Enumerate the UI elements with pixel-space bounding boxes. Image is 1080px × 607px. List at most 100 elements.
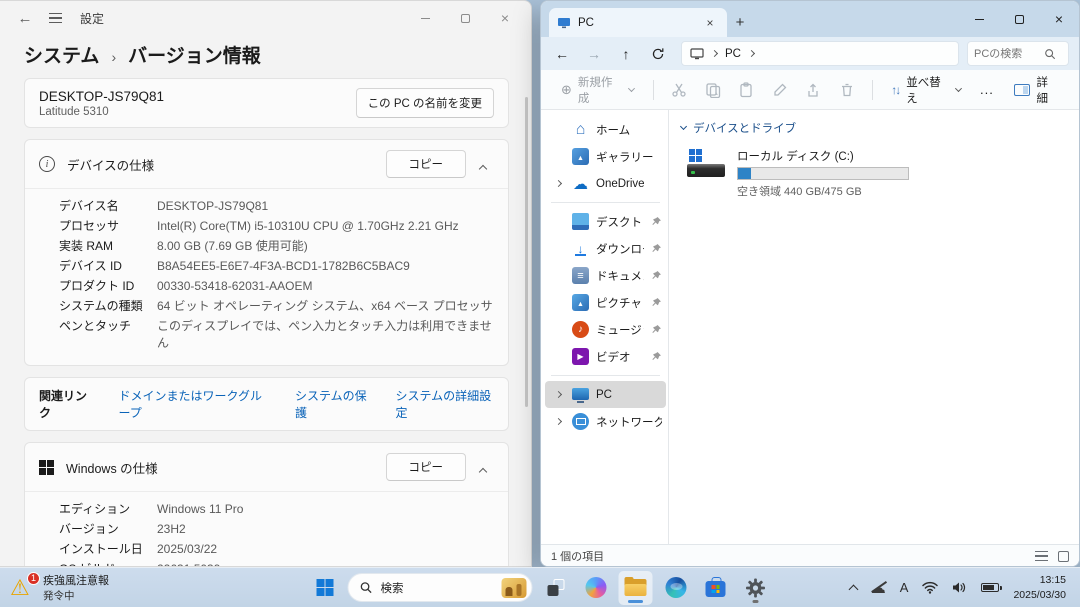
- sidebar-item-label: ネットワーク: [596, 414, 662, 430]
- nav-refresh-button[interactable]: [643, 41, 673, 67]
- expander-chevron-icon[interactable]: [554, 391, 561, 398]
- expander-chevron-icon[interactable]: [554, 180, 561, 187]
- copy-windows-spec-button[interactable]: コピー: [386, 453, 467, 481]
- spec-value: 8.00 GB (7.69 GB 使用可能): [157, 237, 308, 254]
- close-button[interactable]: ×: [485, 1, 525, 35]
- pc-tab-icon: [557, 17, 571, 29]
- home-icon: [572, 121, 589, 138]
- sidebar-item[interactable]: ギャラリー: [545, 143, 666, 170]
- breadcrumb-system[interactable]: システム: [24, 41, 99, 68]
- sidebar-item[interactable]: デスクトップ: [545, 208, 666, 235]
- taskbar: ⚠ 1 疾強風注意報 発令中 検索: [0, 567, 1080, 607]
- edge-button[interactable]: [659, 571, 693, 605]
- back-icon[interactable]: ←: [10, 5, 40, 31]
- nav-back-button[interactable]: ←: [547, 41, 577, 67]
- sidebar-item[interactable]: ビデオ: [545, 343, 666, 370]
- maximize-button[interactable]: [445, 1, 485, 35]
- spec-value: B8A54EE5-E6E7-4F3A-BCD1-1782B6C5BAC9: [157, 259, 410, 273]
- nav-up-button[interactable]: ↑: [611, 41, 641, 67]
- sidebar-item[interactable]: ピクチャ: [545, 289, 666, 316]
- hamburger-menu-icon[interactable]: [40, 5, 70, 31]
- collapse-chevron-icon[interactable]: [479, 165, 487, 173]
- rename-button[interactable]: [765, 76, 794, 104]
- clock[interactable]: 13:15 2025/03/30: [1007, 573, 1072, 601]
- pin-icon: [651, 297, 662, 308]
- start-button[interactable]: [308, 571, 342, 605]
- spec-value: 2025/03/22: [157, 542, 217, 556]
- nav-forward-button[interactable]: →: [579, 41, 609, 67]
- settings-button[interactable]: [739, 571, 773, 605]
- spec-label: エディション: [59, 500, 157, 517]
- new-tab-button[interactable]: +: [727, 8, 753, 37]
- copilot-button[interactable]: [579, 571, 613, 605]
- sidebar-item[interactable]: ミュージック: [545, 316, 666, 343]
- delete-button[interactable]: [832, 76, 861, 104]
- sidebar-item[interactable]: ホーム: [545, 116, 666, 143]
- list-view-button[interactable]: [1035, 551, 1048, 561]
- widgets-button[interactable]: ⚠ 1 疾強風注意報 発令中: [0, 568, 119, 607]
- sidebar-item[interactable]: ネットワーク: [545, 408, 666, 435]
- tab-pc[interactable]: PC ×: [549, 8, 727, 37]
- plus-circle-icon: ⊕: [561, 82, 572, 98]
- tab-close-icon[interactable]: ×: [701, 14, 719, 32]
- sort-arrows-icon: ↑↓: [891, 83, 899, 97]
- group-header-devices-drives[interactable]: デバイスとドライブ: [681, 118, 1079, 144]
- microsoft-store-button[interactable]: [699, 571, 733, 605]
- task-view-button[interactable]: [539, 571, 573, 605]
- group-collapse-chevron-icon[interactable]: [680, 122, 687, 129]
- minimize-button[interactable]: [405, 1, 445, 35]
- address-chevron-icon: [748, 50, 755, 57]
- sort-button[interactable]: ↑↓ 並べ替え: [884, 69, 968, 111]
- share-button[interactable]: [798, 76, 827, 104]
- sidebar-item[interactable]: OneDrive: [545, 170, 666, 197]
- sidebar-item-label: OneDrive: [596, 178, 645, 190]
- copy-device-spec-button[interactable]: コピー: [386, 150, 467, 178]
- collapse-chevron-icon[interactable]: [479, 468, 487, 476]
- paste-button[interactable]: [731, 76, 760, 104]
- file-explorer-button[interactable]: [619, 571, 653, 605]
- spec-row: バージョン 23H2: [59, 520, 494, 540]
- details-pane-button[interactable]: 詳細: [1006, 69, 1067, 111]
- sidebar-item-label: ホーム: [596, 122, 630, 138]
- sidebar-item[interactable]: ダウンロード: [545, 235, 666, 262]
- settings-scrollbar[interactable]: [525, 97, 528, 407]
- widget-subtext: 発令中: [43, 588, 109, 603]
- windows-logo-icon: [39, 460, 54, 475]
- pc-icon: [572, 388, 589, 400]
- sidebar-item[interactable]: PC: [545, 381, 666, 408]
- ime-mode-button[interactable]: A: [894, 572, 915, 604]
- wifi-button[interactable]: [916, 572, 944, 604]
- address-bar[interactable]: PC: [681, 41, 959, 66]
- more-options-button[interactable]: ...: [972, 82, 1002, 97]
- taskbar-search-box[interactable]: 検索: [348, 573, 533, 602]
- close-button[interactable]: ×: [1039, 1, 1079, 37]
- expander-chevron-icon[interactable]: [554, 418, 561, 425]
- volume-button[interactable]: [946, 572, 973, 604]
- device-spec-rows: デバイス名 DESKTOP-JS79Q81 プロセッサ Intel(R) Cor…: [25, 188, 508, 365]
- minimize-button[interactable]: [959, 1, 999, 37]
- address-crumb-pc[interactable]: PC: [725, 48, 741, 60]
- tray-expand-button[interactable]: [844, 572, 863, 604]
- widget-headline: 疾強風注意報: [43, 572, 109, 588]
- drive-item-c[interactable]: ローカル ディスク (C:) 空き領域 440 GB/475 GB: [681, 144, 911, 203]
- related-link[interactable]: システムの詳細設定: [396, 387, 494, 421]
- new-item-button[interactable]: ⊕ 新規作成: [553, 69, 642, 111]
- maximize-button[interactable]: [999, 1, 1039, 37]
- related-link[interactable]: ドメインまたはワークグループ: [118, 387, 271, 421]
- copy-button[interactable]: [698, 76, 727, 104]
- explorer-tabbar: PC × + ×: [541, 1, 1079, 37]
- chevron-down-icon: [955, 85, 962, 92]
- rename-pc-button[interactable]: この PC の名前を変更: [356, 88, 494, 118]
- spec-row: デバイス ID B8A54EE5-E6E7-4F3A-BCD1-1782B6C5…: [59, 257, 494, 277]
- ime-mode-label: A: [900, 580, 909, 595]
- large-icons-view-button[interactable]: [1058, 551, 1069, 562]
- cut-button[interactable]: [665, 76, 694, 104]
- related-link[interactable]: システムの保護: [295, 387, 372, 421]
- search-highlight-icon: [502, 578, 527, 598]
- onedrive-status-button[interactable]: ☁: [865, 572, 892, 604]
- sidebar-item[interactable]: ドキュメント: [545, 262, 666, 289]
- search-input[interactable]: [974, 48, 1044, 60]
- battery-button[interactable]: [975, 572, 1005, 604]
- explorer-content: デバイスとドライブ ローカル ディスク (C:) 空き領域 440 GB/475…: [669, 110, 1079, 544]
- tray-time: 13:15: [1013, 573, 1066, 587]
